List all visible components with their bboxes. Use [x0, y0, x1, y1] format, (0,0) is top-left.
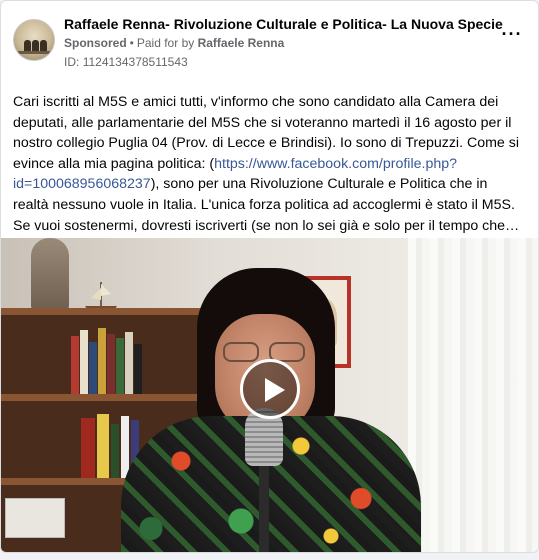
post-paragraph-1: Cari iscritti al M5S e amici tutti, v'in…	[13, 92, 525, 216]
video-curtain	[408, 238, 538, 552]
video-statue	[31, 238, 69, 310]
avatar-table	[18, 51, 50, 54]
post-header: Raffaele Renna- Rivoluzione Culturale e …	[13, 13, 526, 73]
video-player[interactable]	[1, 238, 538, 552]
ad-id-line: ID: 1124134378511543	[64, 55, 188, 69]
play-triangle	[265, 378, 285, 402]
boxed-item	[5, 498, 65, 538]
paid-for-label: Paid for by	[136, 36, 195, 50]
ad-id-value: 1124134378511543	[82, 55, 188, 69]
shelf-board	[1, 308, 206, 315]
sponsored-line: Sponsored • Paid for by Raffaele Renna	[64, 36, 284, 50]
sponsored-label: Sponsored	[64, 36, 127, 50]
ad-post-card: Raffaele Renna- Rivoluzione Culturale e …	[0, 0, 539, 553]
book-row	[71, 324, 151, 394]
page-avatar[interactable]	[13, 19, 55, 61]
payer-name-link[interactable]: Raffaele Renna	[198, 36, 285, 50]
more-options-icon[interactable]: ···	[500, 25, 524, 49]
post-body-text: Cari iscritti al M5S e amici tutti, v'in…	[13, 92, 525, 236]
shelf-board	[1, 394, 206, 401]
video-person-glasses	[223, 342, 259, 362]
separator-dot: •	[129, 36, 134, 50]
ad-id-label: ID:	[64, 55, 80, 69]
play-icon[interactable]	[240, 359, 300, 419]
page-name-link[interactable]: Raffaele Renna- Rivoluzione Culturale e …	[64, 16, 503, 32]
post-paragraph-2[interactable]: Se vuoi sostenermi, dovresti iscriverti …	[13, 216, 525, 237]
